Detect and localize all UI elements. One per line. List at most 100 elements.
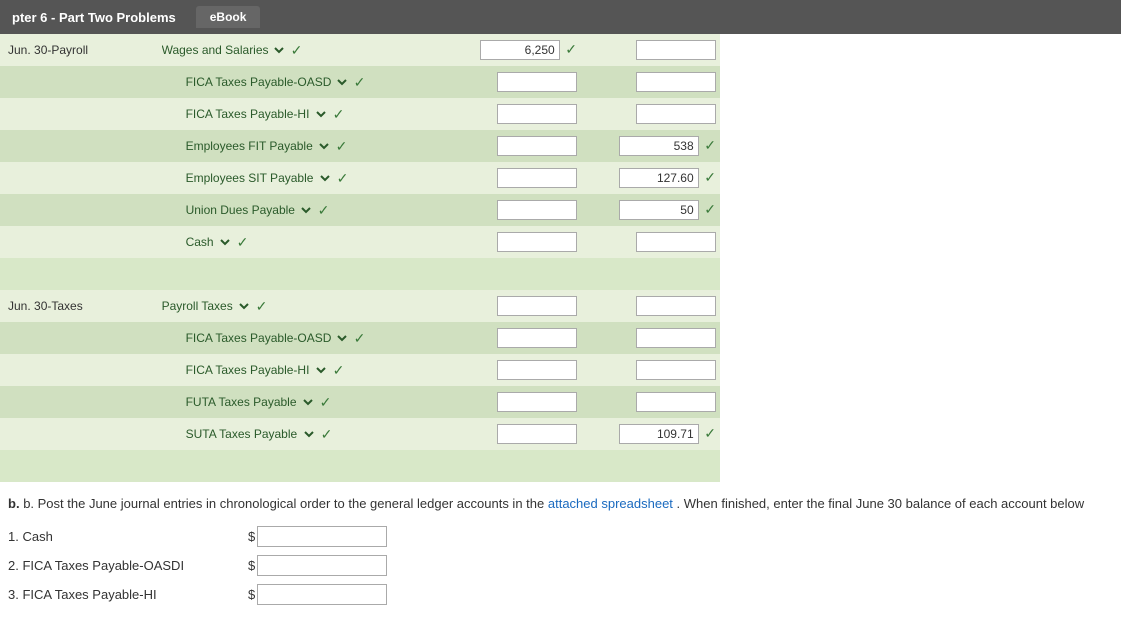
- debit-input[interactable]: [497, 136, 577, 156]
- account-cell: FICA Taxes Payable-HI ✓: [152, 98, 443, 130]
- account-cell: Cash ✓: [152, 226, 443, 258]
- credit-amount: 127.60: [619, 168, 699, 188]
- cash-input[interactable]: [257, 526, 387, 547]
- debit-input[interactable]: [497, 424, 577, 444]
- spreadsheet-link[interactable]: attached spreadsheet: [548, 496, 673, 511]
- date-cell: [0, 322, 152, 354]
- debit-cell: 6,250 ✓: [442, 34, 581, 66]
- account-select[interactable]: SUTA Taxes Payable: [180, 425, 317, 443]
- date-cell: Jun. 30-Taxes: [0, 290, 152, 322]
- account-cell: Union Dues Payable ✓: [152, 194, 443, 226]
- credit-check-icon: ✓: [704, 425, 716, 441]
- account-select[interactable]: FICA Taxes Payable-OASDI: [180, 73, 350, 91]
- account-select[interactable]: FICA Taxes Payable-HI: [180, 105, 329, 123]
- credit-check-icon: ✓: [704, 137, 716, 153]
- debit-cell: [442, 354, 581, 386]
- credit-input[interactable]: [636, 40, 716, 60]
- dollar-sign-3: $: [248, 587, 255, 602]
- account-select[interactable]: FICA Taxes Payable-HI: [180, 361, 329, 379]
- account-select[interactable]: FUTA Taxes Payable: [180, 393, 316, 411]
- table-row: Jun. 30-Payroll Wages and Salaries ✓ 6,2…: [0, 34, 720, 66]
- account-select[interactable]: FICA Taxes Payable-OASDI: [180, 329, 350, 347]
- date-cell: [0, 130, 152, 162]
- check-icon: ✓: [320, 394, 332, 411]
- credit-amount: 538: [619, 136, 699, 156]
- account-cell: Payroll Taxes ✓: [152, 290, 443, 322]
- credit-input[interactable]: [636, 392, 716, 412]
- check-icon: ✓: [256, 298, 268, 315]
- table-row: Union Dues Payable ✓ 50 ✓: [0, 194, 720, 226]
- table-row: FICA Taxes Payable-OASDI ✓: [0, 66, 720, 98]
- credit-input[interactable]: [636, 104, 716, 124]
- ledger-label-1: 1. Cash: [8, 529, 248, 544]
- credit-check-icon: ✓: [704, 169, 716, 185]
- date-cell: [0, 66, 152, 98]
- account-select[interactable]: Union Dues Payable: [180, 201, 314, 219]
- instructions-text: b. b. Post the June journal entries in c…: [8, 494, 1113, 514]
- account-select[interactable]: Cash: [180, 233, 233, 251]
- ledger-item: 3. FICA Taxes Payable-HI $: [8, 584, 1113, 605]
- debit-input[interactable]: [497, 296, 577, 316]
- table-row: Jun. 30-Taxes Payroll Taxes ✓: [0, 290, 720, 322]
- account-select[interactable]: Employees SIT Payable: [180, 169, 333, 187]
- credit-input[interactable]: [636, 232, 716, 252]
- table-row: FUTA Taxes Payable ✓: [0, 386, 720, 418]
- table-row: Employees SIT Payable ✓ 127.60 ✓: [0, 162, 720, 194]
- ledger-item: 1. Cash $: [8, 526, 1113, 547]
- account-select[interactable]: Wages and Salaries: [156, 41, 287, 59]
- debit-input[interactable]: [497, 168, 577, 188]
- table-row: FICA Taxes Payable-HI ✓: [0, 98, 720, 130]
- dollar-sign-1: $: [248, 529, 255, 544]
- credit-cell: [581, 386, 720, 418]
- credit-cell: 538 ✓: [581, 130, 720, 162]
- account-select[interactable]: Employees FIT Payable: [180, 137, 332, 155]
- date-cell: [0, 162, 152, 194]
- date-cell: [0, 98, 152, 130]
- credit-cell: [581, 354, 720, 386]
- debit-cell: [442, 226, 581, 258]
- debit-check-icon: ✓: [565, 41, 577, 57]
- credit-input[interactable]: [636, 360, 716, 380]
- debit-input[interactable]: [497, 200, 577, 220]
- account-cell: FUTA Taxes Payable ✓: [152, 386, 443, 418]
- page-title: pter 6 - Part Two Problems: [12, 10, 176, 25]
- ledger-label-3: 3. FICA Taxes Payable-HI: [8, 587, 248, 602]
- date-cell: [0, 386, 152, 418]
- debit-input[interactable]: [497, 72, 577, 92]
- credit-cell: 50 ✓: [581, 194, 720, 226]
- check-icon: ✓: [318, 202, 330, 219]
- date-cell: [0, 354, 152, 386]
- debit-cell: [442, 418, 581, 450]
- account-select[interactable]: Payroll Taxes: [156, 297, 252, 315]
- debit-input[interactable]: [497, 392, 577, 412]
- credit-cell: 109.71 ✓: [581, 418, 720, 450]
- account-cell: Employees FIT Payable ✓: [152, 130, 443, 162]
- credit-input[interactable]: [636, 328, 716, 348]
- credit-amount: 109.71: [619, 424, 699, 444]
- account-cell: Wages and Salaries ✓: [152, 34, 443, 66]
- check-icon: ✓: [354, 330, 366, 347]
- credit-input[interactable]: [636, 72, 716, 92]
- fica-oasdi-input[interactable]: [257, 555, 387, 576]
- credit-cell: 127.60 ✓: [581, 162, 720, 194]
- credit-cell: [581, 226, 720, 258]
- debit-input[interactable]: [497, 232, 577, 252]
- check-icon: ✓: [237, 234, 249, 251]
- debit-input[interactable]: [497, 328, 577, 348]
- fica-hi-input[interactable]: [257, 584, 387, 605]
- debit-amount: 6,250: [480, 40, 560, 60]
- table-row: FICA Taxes Payable-HI ✓: [0, 354, 720, 386]
- check-icon: ✓: [336, 138, 348, 155]
- spacer-row: [0, 258, 720, 290]
- debit-input[interactable]: [497, 360, 577, 380]
- credit-cell: [581, 66, 720, 98]
- bold-b: b.: [8, 496, 20, 511]
- check-icon: ✓: [354, 74, 366, 91]
- debit-cell: [442, 66, 581, 98]
- debit-input[interactable]: [497, 104, 577, 124]
- credit-cell: [581, 34, 720, 66]
- credit-input[interactable]: [636, 296, 716, 316]
- ledger-item: 2. FICA Taxes Payable-OASDI $: [8, 555, 1113, 576]
- credit-cell: [581, 98, 720, 130]
- ebook-tab[interactable]: eBook: [196, 6, 261, 28]
